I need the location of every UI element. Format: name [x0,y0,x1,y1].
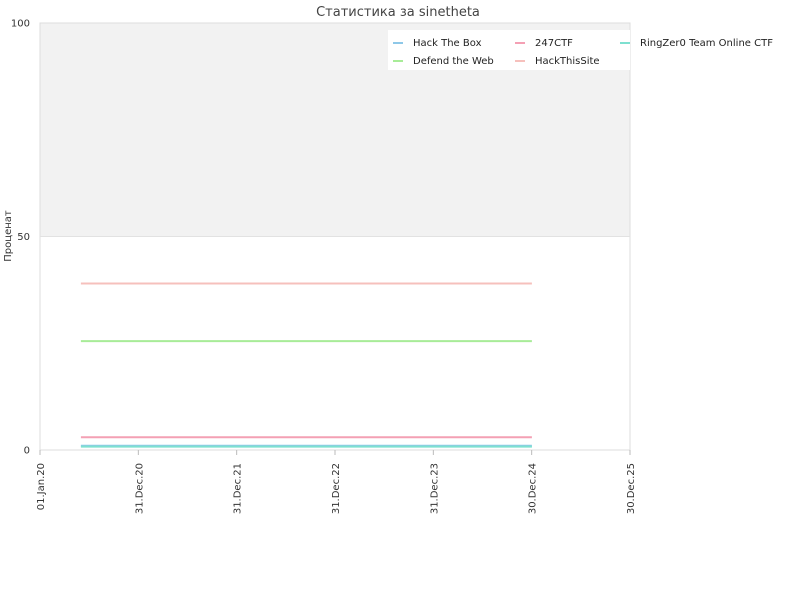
x-tick-label: 31.Dec.22 [331,463,342,514]
x-tick-label: 31.Dec.21 [233,463,244,514]
x-tick-label: 30.Dec.24 [528,463,539,514]
legend: Hack The Box 247CTF RingZer0 Team Online C… [388,30,773,70]
y-tick-label: 100 [11,19,30,30]
legend-label: HackThisSite [535,56,600,67]
y-axis-label: Проценат [3,210,14,262]
legend-label: 247CTF [535,38,573,49]
y-tick-label: 0 [24,446,30,457]
x-tick-label: 31.Dec.23 [429,463,440,514]
x-tick-label: 01.Jan.20 [36,463,47,510]
legend-label: Hack The Box [413,38,482,49]
x-tick-label: 31.Dec.20 [134,463,145,514]
legend-label: RingZer0 Team Online CTF [640,38,773,49]
x-tick-label: 30.Dec.25 [626,463,637,514]
chart: 0 50 100 01.Jan.20 31.Dec.20 31.Dec.21 31.Dec… [3,5,773,514]
y-tick-label: 50 [17,232,30,243]
chart-title: Статистика за sinetheta [316,5,480,20]
legend-label: Defend the Web [413,56,494,67]
